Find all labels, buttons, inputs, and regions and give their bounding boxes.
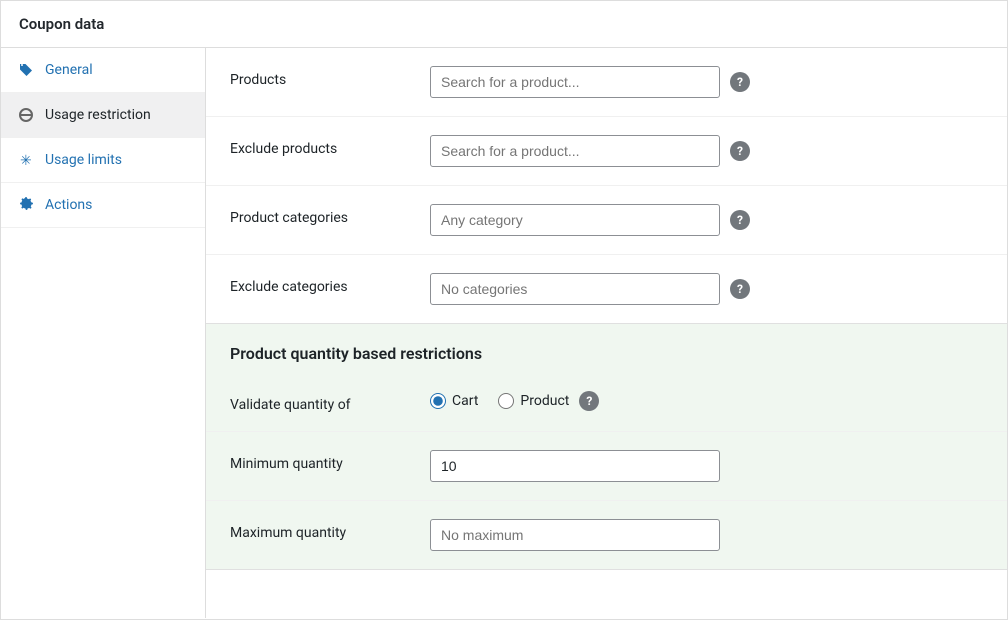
sidebar-item-usage-restriction[interactable]: Usage restriction xyxy=(1,93,205,138)
sidebar: General Usage restriction ✳ xyxy=(1,48,206,618)
label-product-categories: Product categories xyxy=(230,204,430,226)
label-exclude-categories: Exclude categories xyxy=(230,273,430,295)
radio-option-cart[interactable]: Cart xyxy=(430,393,478,409)
sidebar-item-usage-limits[interactable]: ✳ Usage limits xyxy=(1,138,205,183)
gear-icon xyxy=(17,196,35,214)
validate-quantity-control-wrap: Cart Product ? xyxy=(430,391,599,411)
maximum-quantity-input[interactable] xyxy=(430,519,720,551)
product-categories-help-icon[interactable]: ? xyxy=(730,210,750,230)
product-quantity-section: Product quantity based restrictions Vali… xyxy=(206,324,1007,570)
minimum-quantity-control-wrap xyxy=(430,450,720,482)
form-row-validate-quantity: Validate quantity of Cart Product xyxy=(206,373,1007,432)
products-input[interactable] xyxy=(430,66,720,98)
sidebar-item-label-usage-restriction: Usage restriction xyxy=(45,107,151,123)
radio-product[interactable] xyxy=(498,393,514,409)
radio-option-product[interactable]: Product xyxy=(498,393,569,409)
restriction-icon xyxy=(17,106,35,124)
main-content: Products ? Exclude products ? xyxy=(206,48,1007,618)
label-validate-quantity: Validate quantity of xyxy=(230,391,430,413)
layout: General Usage restriction ✳ xyxy=(1,48,1007,618)
standard-fields-section: Products ? Exclude products ? xyxy=(206,48,1007,324)
label-exclude-products: Exclude products xyxy=(230,135,430,157)
exclude-categories-control-wrap: ? xyxy=(430,273,750,305)
product-categories-control-wrap: ? xyxy=(430,204,750,236)
product-quantity-section-title: Product quantity based restrictions xyxy=(206,324,1007,373)
svg-text:✳: ✳ xyxy=(20,152,32,168)
label-maximum-quantity: Maximum quantity xyxy=(230,519,430,541)
form-row-maximum-quantity: Maximum quantity xyxy=(206,501,1007,569)
panel-title: Coupon data xyxy=(1,1,1007,48)
sidebar-item-actions[interactable]: Actions xyxy=(1,183,205,228)
form-row-exclude-categories: Exclude categories ? xyxy=(206,255,1007,323)
form-row-products: Products ? xyxy=(206,48,1007,117)
sidebar-item-label-actions: Actions xyxy=(45,197,92,213)
asterisk-icon: ✳ xyxy=(17,151,35,169)
validate-quantity-help-icon[interactable]: ? xyxy=(579,391,599,411)
minimum-quantity-input[interactable] xyxy=(430,450,720,482)
products-control-wrap: ? xyxy=(430,66,750,98)
product-categories-input[interactable] xyxy=(430,204,720,236)
exclude-categories-help-icon[interactable]: ? xyxy=(730,279,750,299)
exclude-products-control-wrap: ? xyxy=(430,135,750,167)
label-products: Products xyxy=(230,66,430,88)
sidebar-item-general[interactable]: General xyxy=(1,48,205,93)
exclude-products-input[interactable] xyxy=(430,135,720,167)
maximum-quantity-control-wrap xyxy=(430,519,720,551)
radio-cart[interactable] xyxy=(430,393,446,409)
coupon-data-panel: Coupon data General xyxy=(0,0,1008,620)
sidebar-item-label-general: General xyxy=(45,62,93,78)
tag-icon xyxy=(17,61,35,79)
form-row-minimum-quantity: Minimum quantity xyxy=(206,432,1007,501)
products-help-icon[interactable]: ? xyxy=(730,72,750,92)
label-minimum-quantity: Minimum quantity xyxy=(230,450,430,472)
sidebar-item-label-usage-limits: Usage limits xyxy=(45,152,122,168)
radio-label-cart: Cart xyxy=(452,393,478,409)
exclude-products-help-icon[interactable]: ? xyxy=(730,141,750,161)
form-row-product-categories: Product categories ? xyxy=(206,186,1007,255)
form-row-exclude-products: Exclude products ? xyxy=(206,117,1007,186)
radio-group-validate-quantity: Cart Product xyxy=(430,393,569,409)
exclude-categories-input[interactable] xyxy=(430,273,720,305)
radio-label-product: Product xyxy=(520,393,569,409)
